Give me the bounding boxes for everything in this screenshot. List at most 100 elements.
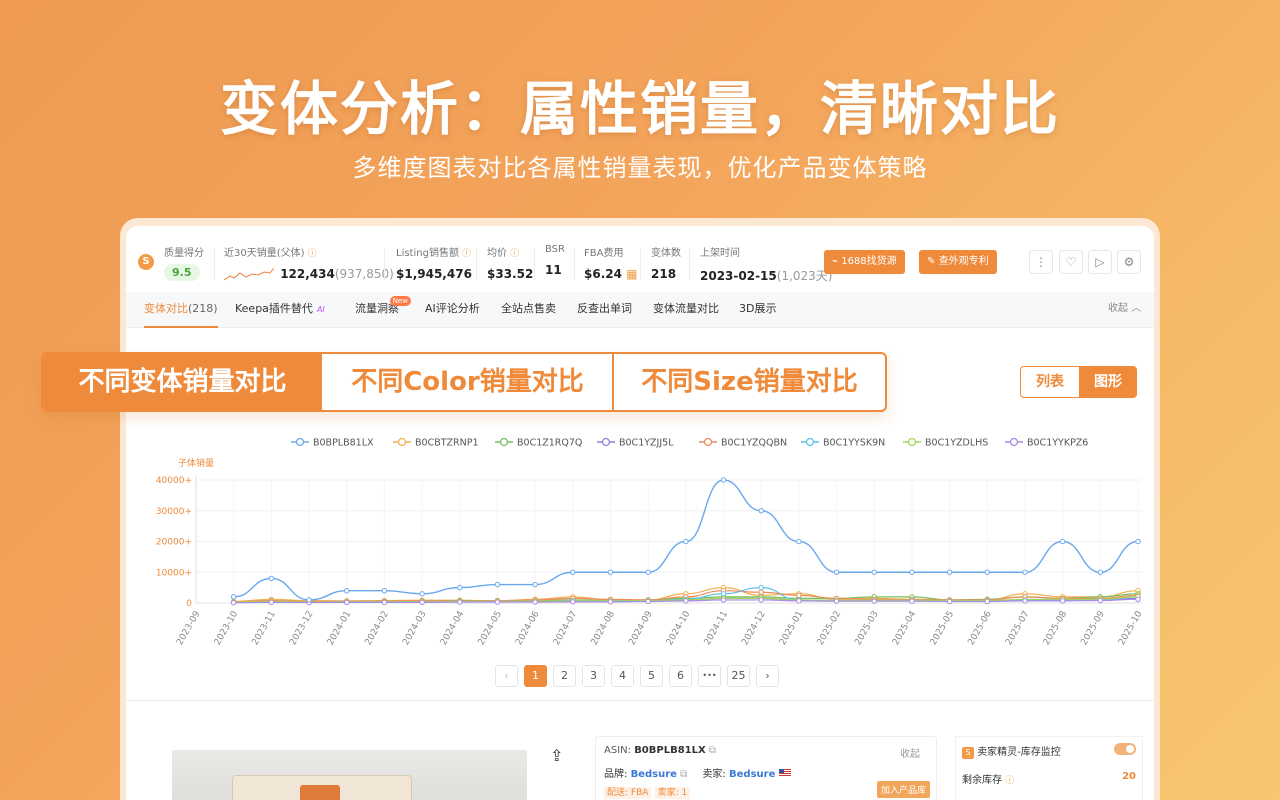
x-tick-label: 2025-03	[853, 610, 880, 648]
x-tick-label: 2024-04	[439, 609, 467, 647]
legend-item[interactable]: B0C1YZQQBN	[699, 438, 787, 449]
page-4[interactable]: 4	[611, 665, 634, 687]
share-icon[interactable]: ⇪	[550, 746, 563, 765]
add-to-library-button[interactable]: 加入产品库	[876, 781, 930, 798]
x-tick-label: 2025-08	[1042, 609, 1070, 647]
legend-marker	[295, 437, 305, 447]
page-ellipsis[interactable]: •••	[698, 665, 721, 687]
tab-reverse-keyword[interactable]: 反查出单词	[577, 292, 632, 328]
prev-page-button[interactable]: ‹	[495, 665, 518, 687]
us-flag-icon	[778, 769, 791, 777]
view-toggle: 列表 图形	[1020, 366, 1137, 398]
legend-item[interactable]: B0C1YZDLHS	[903, 438, 988, 449]
x-tick-label: 2024-09	[627, 609, 655, 647]
data-point	[871, 598, 877, 604]
seller-label: 卖家:	[702, 769, 726, 780]
data-point	[494, 581, 501, 588]
tab-sitewide[interactable]: 全站点售卖	[501, 292, 556, 328]
graph-view-button[interactable]: 图形	[1079, 367, 1136, 397]
inventory-monitor-toggle[interactable]	[1114, 743, 1136, 755]
legend-item[interactable]: B0C1YYKPZ6	[1005, 438, 1088, 449]
legend-item[interactable]: B0C1Z1RQ7Q	[495, 438, 582, 449]
data-point	[230, 594, 237, 600]
copy-icon[interactable]: ⧉	[709, 745, 716, 756]
tab-ai-review[interactable]: AI评论分析	[425, 292, 480, 328]
find-source-1688-button[interactable]: ⌁ 1688找货源	[824, 250, 905, 274]
segment-variant-sales[interactable]: 不同变体销量对比	[43, 354, 322, 410]
data-point	[532, 599, 538, 605]
legend-label: B0C1YZJJ5L	[619, 438, 674, 449]
link-icon[interactable]: ⧉	[680, 769, 687, 780]
check-patent-button[interactable]: ✎ 查外观专利	[919, 250, 997, 274]
page-2[interactable]: 2	[553, 665, 576, 687]
metric-listing-label: Listing销售额	[396, 248, 459, 259]
tab-variant-count: (218)	[188, 302, 218, 315]
help-icon[interactable]: ⓘ	[510, 249, 519, 259]
product-box-logo	[300, 785, 340, 800]
legend-item[interactable]: B0CBTZRNP1	[393, 438, 479, 449]
data-point	[833, 569, 840, 575]
tab-bar: 变体对比(218) Keepa插件替代 AI 流量洞察 New AI评论分析 全站点…	[126, 292, 1154, 328]
heart-icon[interactable]: ♡	[1059, 250, 1083, 274]
segment-color-sales[interactable]: 不同Color销量对比	[324, 354, 611, 410]
brand-label: 品牌:	[604, 769, 628, 780]
list-view-button[interactable]: 列表	[1021, 367, 1079, 397]
find-source-1688-label: 1688找货源	[841, 256, 897, 267]
legend-item[interactable]: B0C1YYSK9N	[801, 438, 885, 449]
data-point	[720, 597, 727, 603]
help-icon[interactable]: ⓘ	[308, 249, 317, 259]
asin-collapse-button[interactable]: 收起	[900, 749, 920, 760]
compare-mode-segmented-control: 不同变体销量对比 不同Color销量对比 不同Size销量对比	[41, 352, 887, 412]
tab-variant-compare[interactable]: 变体对比(218)	[144, 292, 218, 328]
divider	[214, 248, 215, 280]
legend-item[interactable]: B0C1YZJJ5L	[597, 438, 674, 449]
tab-3d[interactable]: 3D展示	[739, 292, 776, 328]
data-point	[984, 598, 990, 605]
data-point	[570, 599, 576, 605]
more-icon[interactable]: ⋮	[1029, 250, 1053, 274]
seller-link[interactable]: Bedsure	[729, 769, 775, 780]
help-icon[interactable]: ⓘ	[1005, 776, 1014, 786]
x-tick-label: 2024-08	[590, 609, 618, 647]
page-1[interactable]: 1	[524, 665, 547, 687]
data-point	[720, 591, 727, 597]
page-6[interactable]: 6	[669, 665, 692, 687]
data-point	[1059, 538, 1066, 545]
help-icon[interactable]: ⓘ	[462, 249, 471, 259]
sellersprite-small-icon: S	[962, 747, 974, 759]
brand-link[interactable]: Bedsure	[631, 769, 677, 780]
legend-item[interactable]: B0BPLB81LX	[291, 438, 374, 449]
asin-value[interactable]: B0BPLB81LX	[634, 745, 706, 756]
data-point	[909, 569, 915, 575]
data-point	[683, 598, 689, 604]
legend-label: B0C1YYKPZ6	[1027, 438, 1088, 449]
collapse-tabs-button[interactable]: 收起 ︿	[1108, 292, 1141, 328]
divider	[689, 248, 690, 280]
metric-listing-value: $1,945,476	[396, 267, 472, 281]
data-point	[381, 588, 388, 594]
video-icon[interactable]: ▷	[1088, 250, 1112, 274]
page-5[interactable]: 5	[640, 665, 663, 687]
x-tick-label: 2024-10	[665, 609, 693, 647]
x-tick-label: 2025-10	[1117, 609, 1145, 647]
x-tick-label: 2023-09	[175, 609, 203, 647]
sparkline-icon	[223, 267, 275, 280]
segment-size-sales[interactable]: 不同Size销量对比	[614, 354, 885, 410]
next-page-button[interactable]: ›	[756, 665, 779, 687]
calculator-icon[interactable]: ▦	[626, 267, 637, 281]
metric-avg-price: 均价 ⓘ $33.52	[487, 244, 533, 281]
page-last[interactable]: 25	[727, 665, 750, 687]
legend-label: B0C1YZDLHS	[925, 438, 988, 449]
metric-launch-value: 2023-02-15	[700, 269, 777, 283]
data-point	[796, 538, 802, 545]
page-3[interactable]: 3	[582, 665, 605, 687]
source-icon: ⌁	[832, 256, 839, 267]
tab-keepa[interactable]: Keepa插件替代 AI	[235, 292, 325, 328]
seller-count-tag: 卖家: 1	[654, 787, 691, 799]
data-point	[607, 599, 614, 605]
divider	[574, 248, 575, 280]
tab-traffic[interactable]: 流量洞察 New	[355, 292, 411, 328]
legend-marker	[1009, 437, 1019, 447]
tab-variant-traffic[interactable]: 变体流量对比	[653, 292, 719, 328]
settings-icon[interactable]: ⚙	[1117, 250, 1141, 274]
